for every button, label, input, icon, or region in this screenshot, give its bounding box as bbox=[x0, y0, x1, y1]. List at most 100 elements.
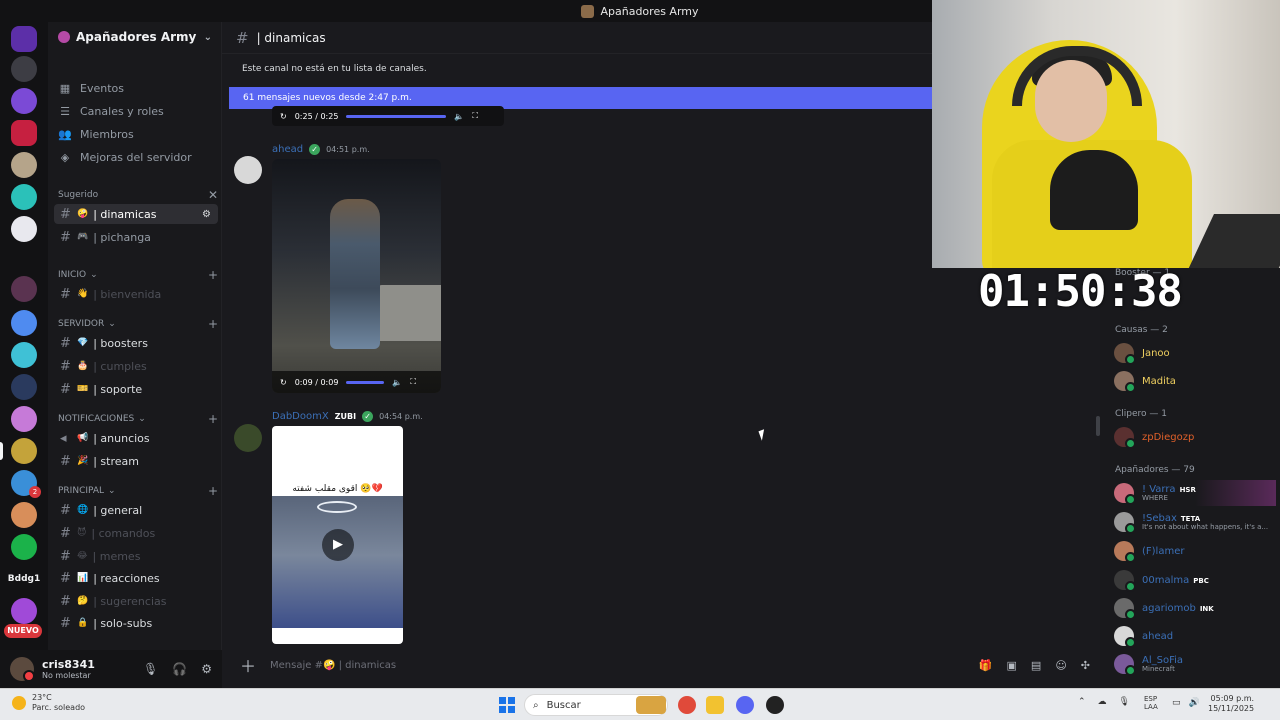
channel-solo-subs[interactable]: # 🔒 | solo-subs bbox=[54, 613, 218, 633]
system-tray[interactable]: ⌃ ☁ 🎙 bbox=[1078, 697, 1130, 707]
volume-icon[interactable]: 🔈 bbox=[454, 112, 464, 121]
gift-icon[interactable]: 🎁 bbox=[979, 659, 993, 672]
discord-icon[interactable] bbox=[736, 696, 754, 714]
scrollbar[interactable] bbox=[1096, 416, 1100, 436]
language-indicator[interactable]: ESP LAA bbox=[1144, 695, 1158, 712]
fullscreen-icon[interactable]: ⛶ bbox=[410, 377, 416, 387]
channel-pichanga[interactable]: # 🎮 | pichanga bbox=[54, 227, 218, 247]
server-icon-10[interactable] bbox=[11, 374, 37, 400]
channel-cumples[interactable]: # 🎂 | cumples bbox=[54, 356, 218, 376]
server-icon-12[interactable]: 2 bbox=[11, 470, 41, 498]
chevron-up-icon[interactable]: ⌃ bbox=[1078, 697, 1086, 707]
channel-boosters[interactable]: # 💎 | boosters bbox=[54, 333, 218, 353]
windows-start-icon[interactable] bbox=[499, 697, 515, 713]
channel-anuncios[interactable]: ◂ 📢 | anuncios bbox=[54, 428, 218, 448]
add-attachment-icon[interactable]: ＋ bbox=[240, 653, 256, 677]
replay-icon[interactable]: ↻ bbox=[280, 378, 287, 387]
server-icon-5[interactable] bbox=[11, 184, 37, 210]
channel-comandos[interactable]: # 😈 | comandos bbox=[54, 523, 218, 543]
volume-icon[interactable]: 🔊 bbox=[1189, 698, 1200, 708]
member-item[interactable]: ahead bbox=[1114, 623, 1276, 649]
server-icon-14[interactable] bbox=[11, 534, 37, 560]
replay-icon[interactable]: ↻ bbox=[280, 112, 287, 121]
file-explorer-icon[interactable] bbox=[706, 696, 724, 714]
category-principal[interactable]: PRINCIPAL ⌄ + bbox=[58, 483, 218, 499]
category-servidor[interactable]: SERVIDOR ⌄ + bbox=[58, 316, 218, 332]
message-author[interactable]: ahead bbox=[272, 144, 303, 155]
channel-bienvenida[interactable]: # 👋 | bienvenida bbox=[54, 284, 218, 304]
video-controls[interactable]: ↻ 0:09 / 0:09 🔈 ⛶ bbox=[272, 371, 441, 393]
search-highlight-icon[interactable] bbox=[636, 696, 666, 714]
member-item[interactable]: zpDiegozp bbox=[1114, 424, 1276, 450]
nav-events[interactable]: ▦ Eventos bbox=[58, 78, 218, 98]
add-channel-icon[interactable]: + bbox=[208, 317, 218, 331]
avatar[interactable] bbox=[234, 156, 262, 184]
server-header[interactable]: Apañadores Army ⌄ bbox=[48, 22, 222, 52]
channel-general[interactable]: # 🌐 | general bbox=[54, 500, 218, 520]
channel-soporte[interactable]: # 🎫 | soporte bbox=[54, 379, 218, 399]
channel-sugerencias[interactable]: # 🤔 | sugerencias bbox=[54, 591, 218, 611]
headphones-icon[interactable]: 🎧 bbox=[172, 662, 187, 676]
channel-reacciones[interactable]: # 📊 | reacciones bbox=[54, 568, 218, 588]
chrome-icon[interactable] bbox=[678, 696, 696, 714]
volume-icon[interactable]: 🔈 bbox=[392, 378, 402, 387]
fullscreen-icon[interactable]: ⛶ bbox=[472, 111, 478, 121]
server-icon-6[interactable] bbox=[11, 216, 37, 242]
message-author[interactable]: DabDoomX bbox=[272, 411, 329, 422]
gear-icon[interactable]: ⚙ bbox=[201, 662, 212, 676]
dismiss-icon[interactable]: ✕ bbox=[208, 188, 218, 202]
member-item[interactable]: agariomob INK bbox=[1114, 595, 1276, 621]
message-composer[interactable]: ＋ Mensaje #🤪 | dinamicas 🎁 ▣ ▤ ☺ ✣ bbox=[230, 650, 1090, 680]
obs-icon[interactable] bbox=[766, 696, 784, 714]
category-inicio[interactable]: INICIO ⌄ + bbox=[58, 267, 218, 283]
message-input[interactable]: Mensaje #🤪 | dinamicas bbox=[270, 660, 396, 671]
monitor-icon[interactable]: ▭ bbox=[1172, 698, 1181, 708]
nav-server-boosts[interactable]: ◈ Mejoras del servidor bbox=[58, 147, 218, 167]
server-icon-apanadores[interactable] bbox=[11, 438, 37, 464]
add-channel-icon[interactable]: + bbox=[208, 484, 218, 498]
channel-stream[interactable]: # 🎉 | stream bbox=[54, 451, 218, 471]
progress-bar[interactable] bbox=[346, 114, 447, 118]
member-item[interactable]: !Sebax TETA It's not about what happens, i… bbox=[1114, 509, 1276, 535]
microphone-icon[interactable]: 🎙 bbox=[1119, 697, 1130, 707]
server-text-icon[interactable]: Bddg1 bbox=[4, 574, 44, 584]
server-icon-1[interactable] bbox=[11, 56, 37, 82]
member-item[interactable]: Madita bbox=[1114, 368, 1276, 394]
member-item[interactable]: (F)lamer bbox=[1114, 538, 1276, 564]
microphone-icon[interactable]: 🎙 bbox=[143, 662, 158, 676]
server-icon-2[interactable] bbox=[11, 88, 37, 114]
server-icon-4[interactable] bbox=[11, 152, 37, 178]
avatar[interactable] bbox=[10, 657, 35, 682]
progress-bar[interactable] bbox=[346, 380, 385, 384]
weather-widget[interactable]: 23°C Parc. soleado bbox=[12, 693, 85, 712]
avatar[interactable] bbox=[234, 424, 262, 452]
channel-dinamicas[interactable]: # 🤪 | dinamicas ⚙ bbox=[54, 204, 218, 224]
nav-channels-roles[interactable]: ☰ Canales y roles bbox=[58, 101, 218, 121]
server-icon-11[interactable] bbox=[11, 406, 37, 432]
server-icon-9[interactable] bbox=[11, 342, 37, 368]
gif-icon[interactable]: ▣ bbox=[1007, 659, 1017, 672]
media-controls[interactable]: ↻ 0:25 / 0:25 🔈 ⛶ bbox=[272, 106, 504, 126]
invite-settings-icons[interactable]: ⚙ bbox=[202, 209, 214, 220]
discord-home-icon[interactable] bbox=[11, 26, 37, 52]
server-icon-3[interactable] bbox=[11, 120, 37, 146]
video-attachment[interactable]: ↻ 0:09 / 0:09 🔈 ⛶ bbox=[272, 159, 441, 393]
add-channel-icon[interactable]: + bbox=[208, 268, 218, 282]
clock[interactable]: 05:09 p.m. 15/11/2025 bbox=[1208, 694, 1254, 715]
channel-memes[interactable]: # 😂 | memes bbox=[54, 546, 218, 566]
emoji-icon[interactable]: ☺ bbox=[1055, 659, 1066, 672]
nav-members[interactable]: 👥 Miembros bbox=[58, 124, 218, 144]
member-item[interactable]: Janoo bbox=[1114, 340, 1276, 366]
server-icon-15[interactable] bbox=[11, 598, 37, 624]
sticker-icon[interactable]: ▤ bbox=[1031, 659, 1041, 672]
play-icon[interactable]: ▶ bbox=[322, 529, 354, 561]
video-attachment[interactable]: اقوى مقلب شفته 🥺💔 ▶ bbox=[272, 426, 403, 644]
member-item[interactable]: Al_SoFia Minecraft bbox=[1114, 651, 1276, 677]
member-item[interactable]: 00malma PBC bbox=[1114, 567, 1276, 593]
category-notificaciones[interactable]: NOTIFICACIONES ⌄ + bbox=[58, 411, 218, 427]
member-item[interactable]: ! Varra HSR WHERE bbox=[1114, 480, 1276, 506]
server-icon-7[interactable] bbox=[11, 276, 37, 302]
add-channel-icon[interactable]: + bbox=[208, 412, 218, 426]
server-icon-8[interactable] bbox=[11, 310, 37, 336]
apps-icon[interactable]: ✣ bbox=[1081, 659, 1090, 672]
